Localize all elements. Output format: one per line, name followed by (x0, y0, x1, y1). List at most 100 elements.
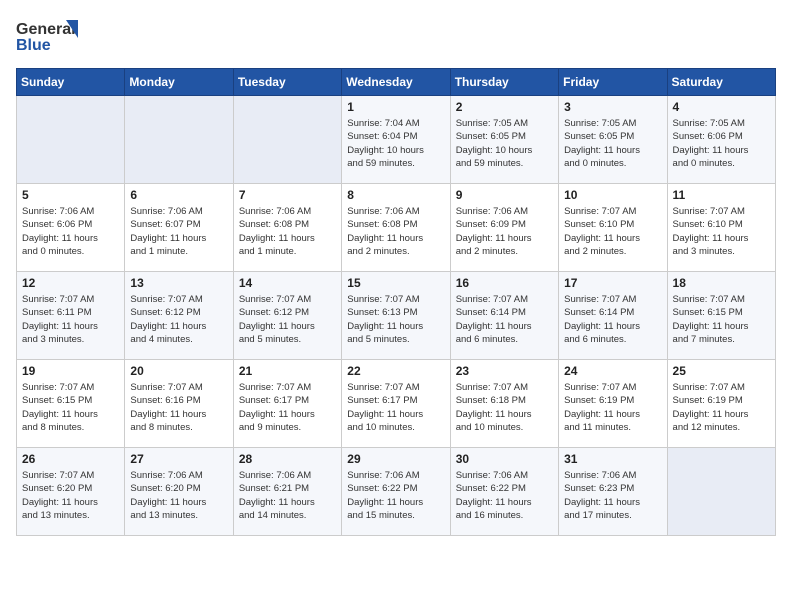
calendar-cell (17, 96, 125, 184)
day-number: 9 (456, 188, 553, 202)
day-number: 4 (673, 100, 770, 114)
day-info: Sunrise: 7:06 AM Sunset: 6:22 PM Dayligh… (456, 469, 553, 522)
calendar-cell: 2 Sunrise: 7:05 AM Sunset: 6:05 PM Daylig… (450, 96, 558, 184)
day-info: Sunrise: 7:07 AM Sunset: 6:19 PM Dayligh… (673, 381, 770, 434)
day-number: 1 (347, 100, 444, 114)
day-number: 14 (239, 276, 336, 290)
calendar-cell: 10 Sunrise: 7:07 AM Sunset: 6:10 PM Dayli… (559, 184, 667, 272)
calendar-cell (233, 96, 341, 184)
day-info: Sunrise: 7:07 AM Sunset: 6:14 PM Dayligh… (456, 293, 553, 346)
day-info: Sunrise: 7:06 AM Sunset: 6:20 PM Dayligh… (130, 469, 227, 522)
day-number: 16 (456, 276, 553, 290)
calendar-cell: 31 Sunrise: 7:06 AM Sunset: 6:23 PM Dayli… (559, 448, 667, 536)
calendar-cell: 11Sunrise: 7:07 AM Sunset: 6:10 PM Dayli… (667, 184, 775, 272)
calendar-cell: 18 Sunrise: 7:07 AM Sunset: 6:15 PM Dayli… (667, 272, 775, 360)
day-info: Sunrise: 7:07 AM Sunset: 6:11 PM Dayligh… (22, 293, 119, 346)
week-row-2: 5 Sunrise: 7:06 AM Sunset: 6:06 PM Daylig… (17, 184, 776, 272)
day-number: 6 (130, 188, 227, 202)
day-number: 19 (22, 364, 119, 378)
day-info: Sunrise: 7:06 AM Sunset: 6:06 PM Dayligh… (22, 205, 119, 258)
day-number: 10 (564, 188, 661, 202)
calendar-cell: 29 Sunrise: 7:06 AM Sunset: 6:22 PM Dayli… (342, 448, 450, 536)
day-info: Sunrise: 7:07 AM Sunset: 6:10 PM Dayligh… (673, 205, 770, 258)
calendar-cell: 28 Sunrise: 7:06 AM Sunset: 6:21 PM Dayli… (233, 448, 341, 536)
day-number: 20 (130, 364, 227, 378)
day-info: Sunrise: 7:07 AM Sunset: 6:17 PM Dayligh… (239, 381, 336, 434)
week-row-5: 26 Sunrise: 7:07 AM Sunset: 6:20 PM Dayli… (17, 448, 776, 536)
day-number: 13 (130, 276, 227, 290)
calendar-cell: 27 Sunrise: 7:06 AM Sunset: 6:20 PM Dayli… (125, 448, 233, 536)
day-number: 5 (22, 188, 119, 202)
day-number: 7 (239, 188, 336, 202)
day-info: Sunrise: 7:06 AM Sunset: 6:08 PM Dayligh… (347, 205, 444, 258)
day-info: Sunrise: 7:07 AM Sunset: 6:15 PM Dayligh… (673, 293, 770, 346)
calendar-cell: 25 Sunrise: 7:07 AM Sunset: 6:19 PM Dayli… (667, 360, 775, 448)
day-number: 15 (347, 276, 444, 290)
calendar-cell: 13 Sunrise: 7:07 AM Sunset: 6:12 PM Dayli… (125, 272, 233, 360)
calendar-cell: 24 Sunrise: 7:07 AM Sunset: 6:19 PM Dayli… (559, 360, 667, 448)
calendar-cell: 30Sunrise: 7:06 AM Sunset: 6:22 PM Dayli… (450, 448, 558, 536)
calendar-cell: 17Sunrise: 7:07 AM Sunset: 6:14 PM Dayli… (559, 272, 667, 360)
week-row-4: 19 Sunrise: 7:07 AM Sunset: 6:15 PM Dayli… (17, 360, 776, 448)
logo-svg: GeneralBlue (16, 16, 80, 56)
day-info: Sunrise: 7:06 AM Sunset: 6:22 PM Dayligh… (347, 469, 444, 522)
day-info: Sunrise: 7:06 AM Sunset: 6:09 PM Dayligh… (456, 205, 553, 258)
day-info: Sunrise: 7:05 AM Sunset: 6:05 PM Dayligh… (564, 117, 661, 170)
day-info: Sunrise: 7:07 AM Sunset: 6:17 PM Dayligh… (347, 381, 444, 434)
day-number: 25 (673, 364, 770, 378)
day-number: 26 (22, 452, 119, 466)
calendar-cell: 23Sunrise: 7:07 AM Sunset: 6:18 PM Dayli… (450, 360, 558, 448)
day-info: Sunrise: 7:07 AM Sunset: 6:13 PM Dayligh… (347, 293, 444, 346)
day-info: Sunrise: 7:06 AM Sunset: 6:21 PM Dayligh… (239, 469, 336, 522)
day-number: 24 (564, 364, 661, 378)
calendar-cell: 3 Sunrise: 7:05 AM Sunset: 6:05 PM Daylig… (559, 96, 667, 184)
weekday-header-tuesday: Tuesday (233, 69, 341, 96)
logo: GeneralBlue (16, 16, 80, 56)
calendar-cell: 4 Sunrise: 7:05 AM Sunset: 6:06 PM Daylig… (667, 96, 775, 184)
svg-text:General: General (16, 21, 76, 38)
calendar-cell: 26 Sunrise: 7:07 AM Sunset: 6:20 PM Dayli… (17, 448, 125, 536)
weekday-header-row: SundayMondayTuesdayWednesdayThursdayFrid… (17, 69, 776, 96)
day-number: 28 (239, 452, 336, 466)
calendar-cell: 16 Sunrise: 7:07 AM Sunset: 6:14 PM Dayli… (450, 272, 558, 360)
week-row-1: 1 Sunrise: 7:04 AM Sunset: 6:04 PM Daylig… (17, 96, 776, 184)
calendar-cell (667, 448, 775, 536)
calendar-table: SundayMondayTuesdayWednesdayThursdayFrid… (16, 68, 776, 536)
day-info: Sunrise: 7:05 AM Sunset: 6:06 PM Dayligh… (673, 117, 770, 170)
day-info: Sunrise: 7:07 AM Sunset: 6:12 PM Dayligh… (130, 293, 227, 346)
day-number: 8 (347, 188, 444, 202)
calendar-cell: 6Sunrise: 7:06 AM Sunset: 6:07 PM Daylig… (125, 184, 233, 272)
day-number: 31 (564, 452, 661, 466)
day-info: Sunrise: 7:07 AM Sunset: 6:10 PM Dayligh… (564, 205, 661, 258)
weekday-header-saturday: Saturday (667, 69, 775, 96)
calendar-cell: 9 Sunrise: 7:06 AM Sunset: 6:09 PM Daylig… (450, 184, 558, 272)
day-info: Sunrise: 7:07 AM Sunset: 6:16 PM Dayligh… (130, 381, 227, 434)
day-number: 27 (130, 452, 227, 466)
day-info: Sunrise: 7:06 AM Sunset: 6:08 PM Dayligh… (239, 205, 336, 258)
calendar-cell: 22Sunrise: 7:07 AM Sunset: 6:17 PM Dayli… (342, 360, 450, 448)
day-number: 21 (239, 364, 336, 378)
day-info: Sunrise: 7:05 AM Sunset: 6:05 PM Dayligh… (456, 117, 553, 170)
day-info: Sunrise: 7:04 AM Sunset: 6:04 PM Dayligh… (347, 117, 444, 170)
day-info: Sunrise: 7:07 AM Sunset: 6:15 PM Dayligh… (22, 381, 119, 434)
calendar-cell: 5 Sunrise: 7:06 AM Sunset: 6:06 PM Daylig… (17, 184, 125, 272)
calendar-cell: 1 Sunrise: 7:04 AM Sunset: 6:04 PM Daylig… (342, 96, 450, 184)
calendar-cell: 15 Sunrise: 7:07 AM Sunset: 6:13 PM Dayli… (342, 272, 450, 360)
day-number: 3 (564, 100, 661, 114)
day-info: Sunrise: 7:07 AM Sunset: 6:20 PM Dayligh… (22, 469, 119, 522)
day-number: 18 (673, 276, 770, 290)
svg-text:Blue: Blue (16, 37, 51, 54)
weekday-header-friday: Friday (559, 69, 667, 96)
weekday-header-thursday: Thursday (450, 69, 558, 96)
day-number: 12 (22, 276, 119, 290)
day-info: Sunrise: 7:07 AM Sunset: 6:14 PM Dayligh… (564, 293, 661, 346)
weekday-header-sunday: Sunday (17, 69, 125, 96)
day-number: 23 (456, 364, 553, 378)
day-number: 2 (456, 100, 553, 114)
calendar-cell (125, 96, 233, 184)
day-number: 29 (347, 452, 444, 466)
week-row-3: 12 Sunrise: 7:07 AM Sunset: 6:11 PM Dayli… (17, 272, 776, 360)
page-header: GeneralBlue (16, 16, 776, 56)
day-info: Sunrise: 7:06 AM Sunset: 6:23 PM Dayligh… (564, 469, 661, 522)
day-info: Sunrise: 7:07 AM Sunset: 6:19 PM Dayligh… (564, 381, 661, 434)
